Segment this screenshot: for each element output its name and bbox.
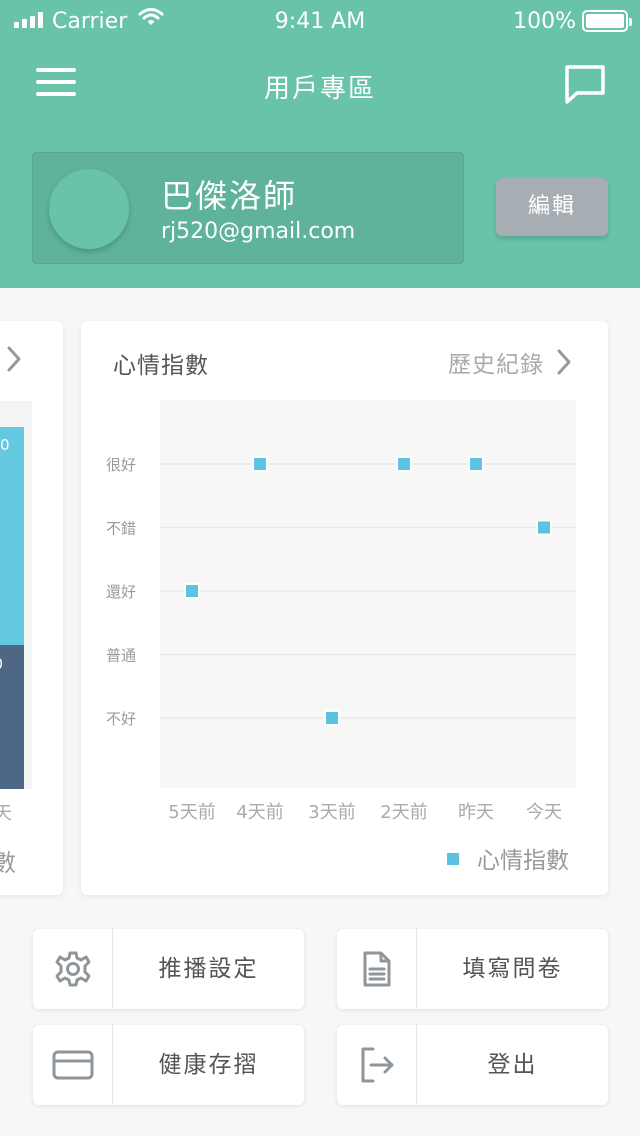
gear-icon [55,951,90,987]
health-passbook-label: 健康存摺 [158,1052,259,1078]
x-tick-label: 今天 [526,802,562,823]
bar-value-label: 0 [0,436,10,454]
edit-profile-button[interactable]: 編輯 [496,178,608,236]
mood-chart-card: 心情指數 歷史紀錄 不好 普通 還好 不錯 很好 5天前 4天前 3天前 2天前 昨天 今天 心情指數 [81,321,608,895]
data-point [326,712,338,724]
y-tick-label: 普通 [106,647,136,665]
chat-bubble-icon[interactable] [562,62,608,108]
profile-email: rj520@gmail.com [161,219,356,244]
data-point [470,458,482,470]
header: Carrier 9:41 AM 100% 用戶專區 巴傑洛師 rj520@gma… [0,0,640,288]
icon-cell [33,1025,113,1105]
data-point [186,585,198,597]
avatar[interactable] [49,169,129,249]
data-point [538,521,550,534]
x-tick-label: 昨天 [458,802,494,823]
logout-icon [361,1047,393,1083]
y-tick-label: 不好 [106,710,136,728]
status-bar: Carrier 9:41 AM 100% [0,0,640,44]
legend-label: 心情指數 [477,848,569,874]
chart-plot-area [160,400,576,788]
y-tick-label: 還好 [106,583,136,601]
icon-cell [337,1025,417,1105]
chart-bar [0,645,24,789]
steps-chart-card: 0 00 天 數 [0,321,63,895]
x-tick-label: 2天前 [380,802,427,823]
x-tick-label: 5天前 [168,802,215,823]
x-tick-label: 4天前 [236,802,283,823]
battery-icon [582,10,632,32]
legend-label: 數 [0,849,16,877]
icon-cell [33,929,113,1009]
y-tick-label: 不錯 [106,520,136,538]
page-title: 用戶專區 [263,74,376,104]
profile-name: 巴傑洛師 [161,177,298,215]
navigation-bar: 用戶專區 [0,44,640,124]
icon-cell [337,929,417,1009]
chart-bar [0,427,24,645]
chevron-right-icon[interactable] [6,345,22,373]
logout-label: 登出 [487,1052,538,1078]
fill-survey-label: 填寫問卷 [462,956,563,982]
profile-card: 巴傑洛師 rj520@gmail.com [32,152,464,264]
battery-percent: 100% [513,9,576,34]
bar-value-label: 00 [0,655,3,673]
x-tick-label: 3天前 [308,802,355,823]
y-tick-label: 很好 [106,456,136,474]
credit-card-icon [52,1050,93,1080]
health-passbook-button[interactable]: 健康存摺 [33,1025,304,1105]
fill-survey-button[interactable]: 填寫問卷 [337,929,608,1009]
logout-button[interactable]: 登出 [337,1025,608,1105]
mood-scatter-chart: 不好 普通 還好 不錯 很好 5天前 4天前 3天前 2天前 昨天 今天心情指數 [106,400,576,874]
push-settings-label: 推播設定 [158,956,259,982]
data-point [254,458,266,470]
document-icon [363,951,390,987]
data-point [398,458,410,470]
x-tick-label: 天 [0,803,12,824]
push-settings-button[interactable]: 推播設定 [33,929,304,1009]
legend-swatch [447,853,459,865]
